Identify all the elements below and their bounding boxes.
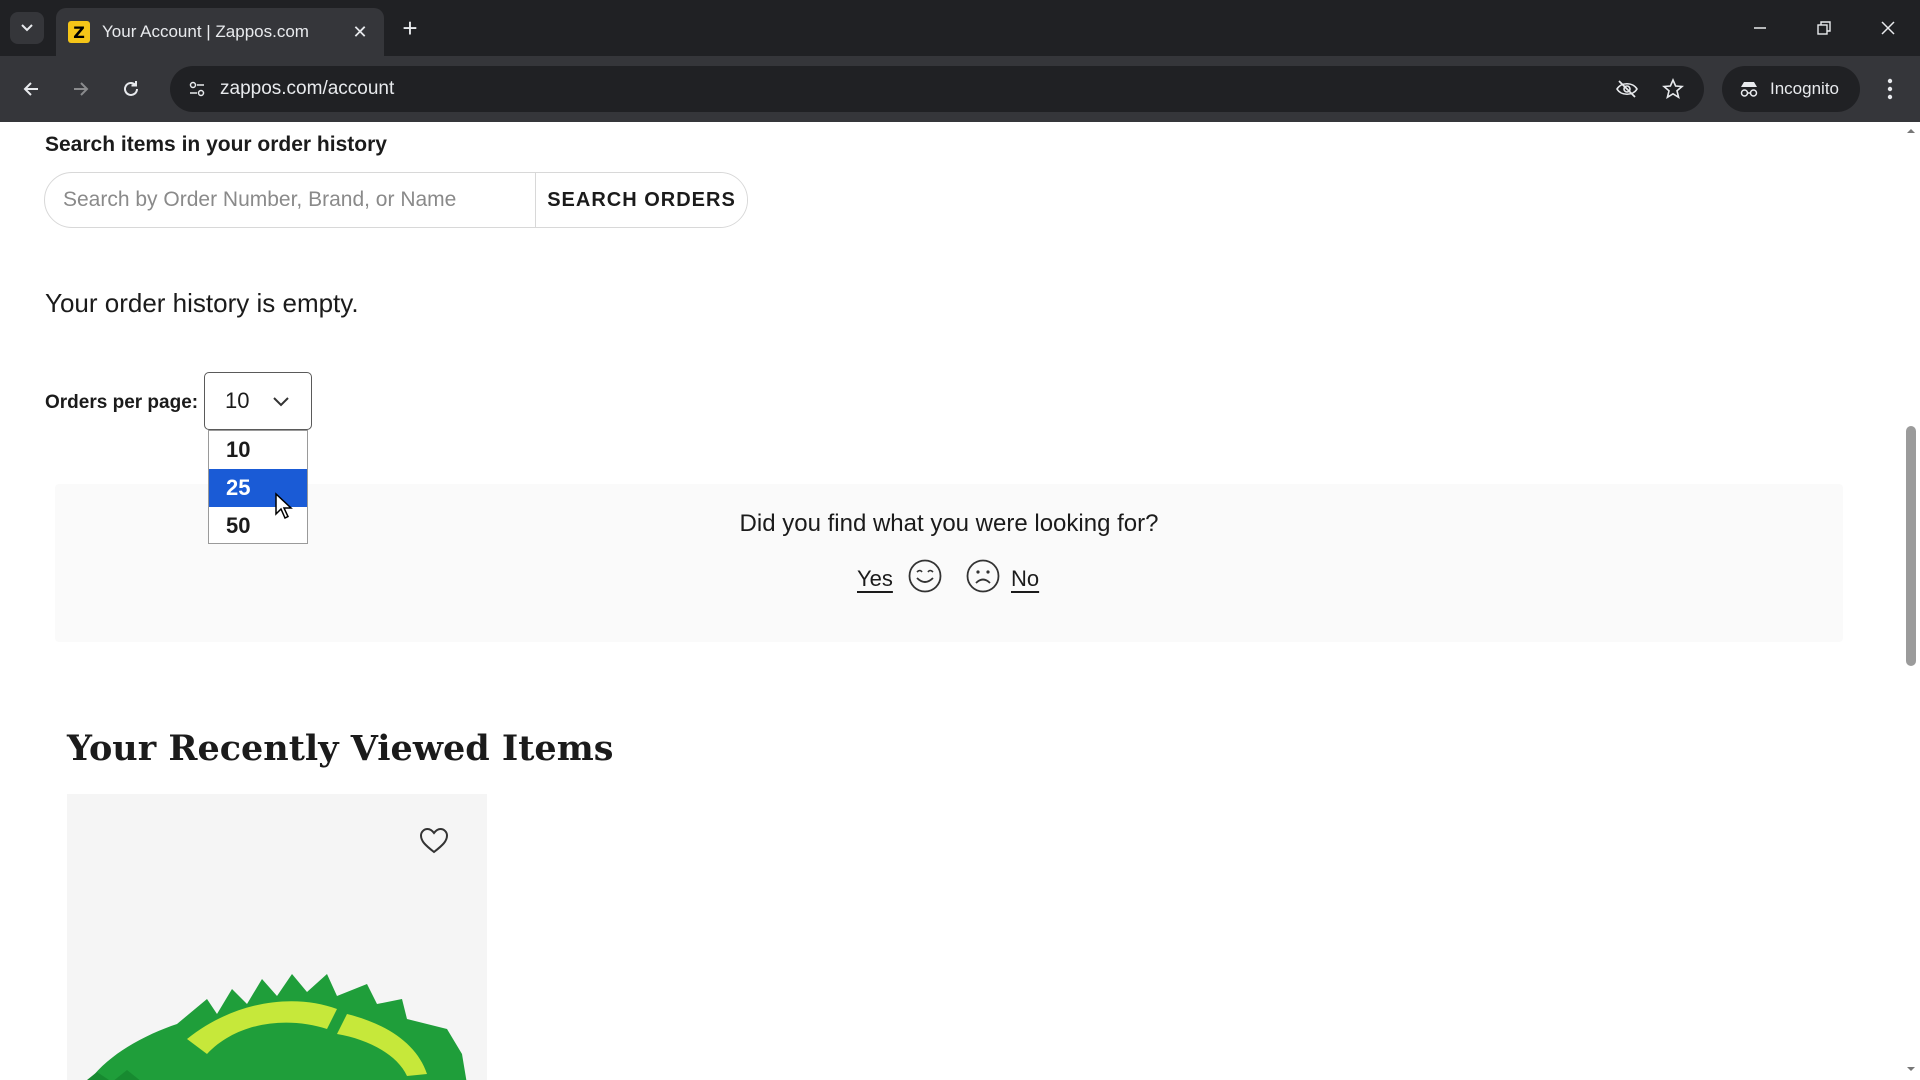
close-icon bbox=[1881, 21, 1895, 35]
close-window-button[interactable] bbox=[1868, 10, 1908, 46]
chevron-down-icon bbox=[273, 397, 289, 407]
chevron-down-icon bbox=[21, 24, 33, 32]
order-search-heading: Search items in your order history bbox=[45, 133, 387, 156]
search-orders-button[interactable]: SEARCH ORDERS bbox=[535, 173, 747, 227]
reload-icon bbox=[124, 81, 138, 96]
feedback-panel: Did you find what you were looking for? … bbox=[55, 484, 1843, 642]
recently-viewed-heading: Your Recently Viewed Items bbox=[67, 728, 614, 769]
feedback-yes-link[interactable]: Yes bbox=[857, 566, 893, 592]
order-history-empty-message: Your order history is empty. bbox=[45, 288, 359, 318]
orders-per-page-select[interactable]: 10 bbox=[204, 372, 312, 430]
feedback-no-link[interactable]: No bbox=[1011, 566, 1039, 592]
order-search-input[interactable] bbox=[45, 173, 535, 227]
smile-face-icon[interactable] bbox=[907, 558, 943, 599]
minimize-icon bbox=[1754, 27, 1766, 29]
page-scrollbar[interactable] bbox=[1902, 122, 1920, 1080]
forward-button[interactable] bbox=[62, 70, 100, 108]
url-text[interactable]: zappos.com/account bbox=[220, 78, 394, 100]
more-vertical-icon bbox=[1887, 78, 1893, 100]
browser-tab-bar: Z Your Account | Zappos.com ✕ + bbox=[0, 0, 1920, 56]
site-info-icon[interactable] bbox=[182, 74, 212, 104]
incognito-label: Incognito bbox=[1770, 79, 1839, 98]
restore-icon bbox=[1817, 21, 1831, 35]
browser-tab-active[interactable]: Z Your Account | Zappos.com ✕ bbox=[56, 8, 384, 56]
minimize-button[interactable] bbox=[1740, 10, 1780, 46]
zappos-favicon-icon: Z bbox=[68, 21, 90, 43]
feedback-question: Did you find what you were looking for? bbox=[739, 510, 1159, 537]
page-content: Search items in your order history SEARC… bbox=[0, 122, 1920, 1080]
heart-icon[interactable] bbox=[417, 824, 451, 858]
reload-button[interactable] bbox=[112, 70, 150, 108]
tab-close-icon[interactable]: ✕ bbox=[348, 22, 372, 43]
scrollbar-thumb[interactable] bbox=[1906, 426, 1916, 666]
orders-per-page-option-10[interactable]: 10 bbox=[209, 431, 307, 469]
tab-search-button[interactable] bbox=[10, 12, 44, 44]
eye-slash-icon[interactable] bbox=[1612, 74, 1642, 104]
scroll-down-arrow-icon[interactable] bbox=[1906, 1064, 1916, 1074]
restore-button[interactable] bbox=[1804, 10, 1844, 46]
product-image bbox=[87, 974, 467, 1080]
orders-per-page-options: 10 25 50 bbox=[208, 430, 308, 544]
arrow-right-icon bbox=[74, 82, 89, 96]
orders-per-page-label: Orders per page: bbox=[45, 392, 199, 413]
tab-title: Your Account | Zappos.com bbox=[102, 22, 309, 41]
frown-face-icon[interactable] bbox=[965, 558, 1001, 599]
scroll-up-arrow-icon[interactable] bbox=[1906, 126, 1916, 136]
browser-menu-button[interactable] bbox=[1872, 70, 1908, 108]
orders-per-page-value: 10 bbox=[225, 388, 250, 413]
bookmark-star-icon[interactable] bbox=[1658, 74, 1688, 104]
order-search-group: SEARCH ORDERS bbox=[44, 172, 748, 228]
mouse-cursor-icon bbox=[275, 492, 293, 520]
browser-toolbar: zappos.com/account Incognito bbox=[0, 56, 1920, 122]
address-bar[interactable]: zappos.com/account bbox=[170, 66, 1704, 112]
recently-viewed-product-card[interactable] bbox=[67, 794, 487, 1080]
back-button[interactable] bbox=[12, 70, 50, 108]
incognito-indicator[interactable]: Incognito bbox=[1722, 66, 1860, 112]
arrow-left-icon bbox=[23, 82, 38, 96]
incognito-icon bbox=[1740, 82, 1758, 97]
new-tab-button[interactable]: + bbox=[394, 12, 426, 44]
